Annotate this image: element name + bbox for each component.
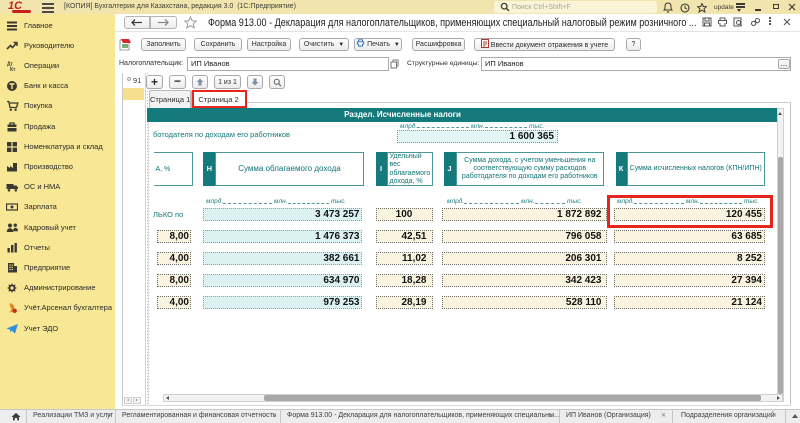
svg-text:Кт: Кт xyxy=(10,67,16,72)
